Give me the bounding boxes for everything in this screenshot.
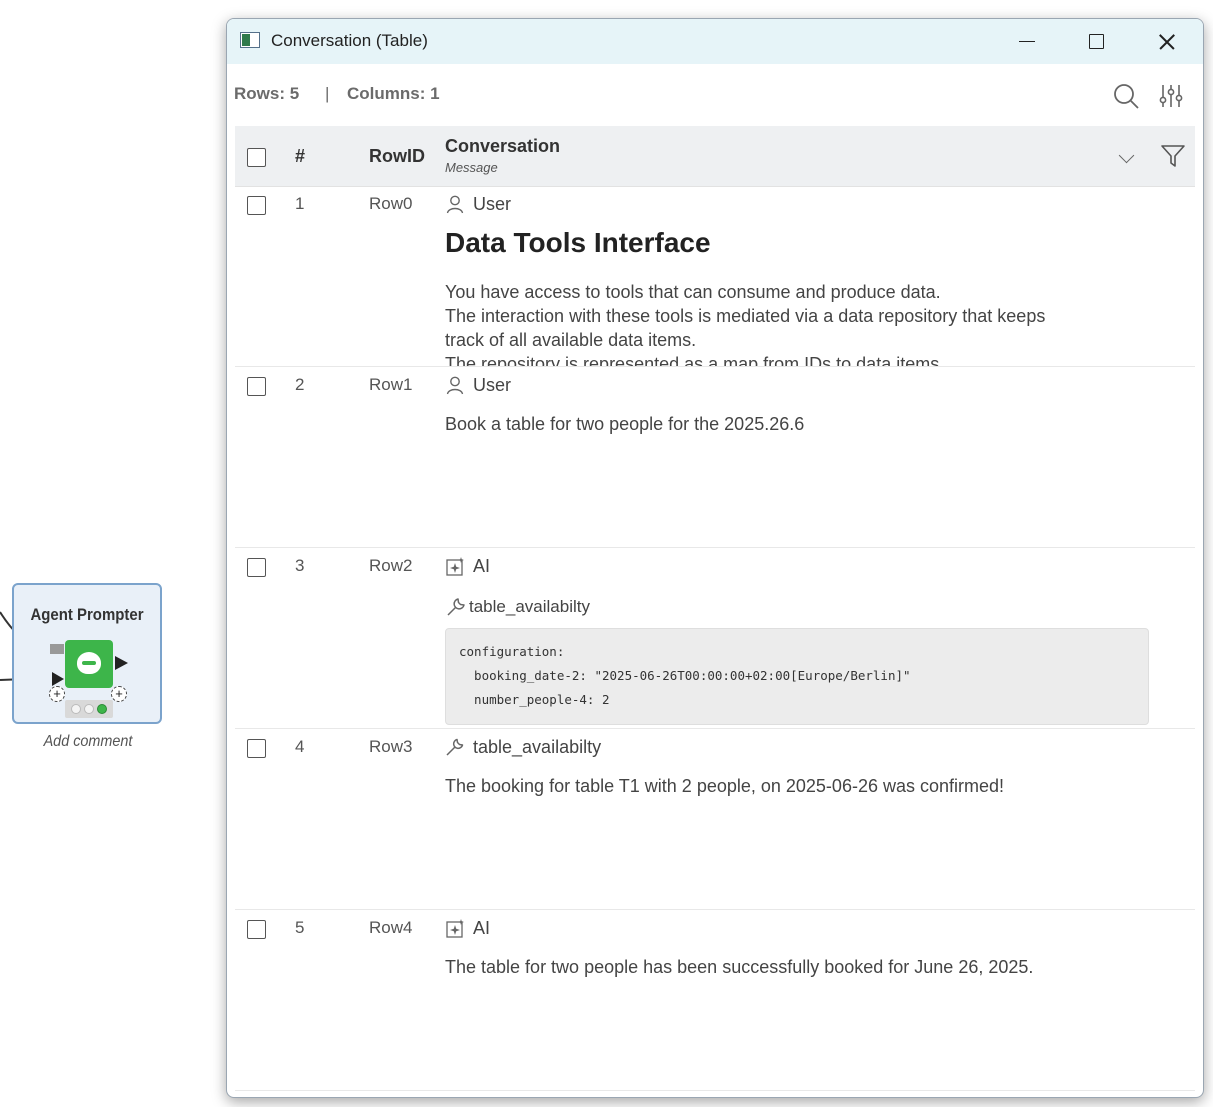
- row-number: 4: [295, 737, 305, 756]
- row-number: 1: [295, 194, 305, 213]
- maximize-button[interactable]: [1061, 19, 1131, 64]
- table-row[interactable]: 4 Row3 table_availabilty The booking for…: [235, 728, 1195, 910]
- wrench-icon: [447, 598, 465, 616]
- message-role: table_availabilty: [445, 735, 601, 759]
- node-status-indicator: [65, 700, 113, 718]
- table-header: # RowID Conversation Message: [235, 126, 1195, 187]
- code-line: booking_date-2: "2025-06-26T00:00:00+02:…: [459, 668, 911, 683]
- tool-call: table_availabilty: [445, 595, 590, 619]
- conversation-table-window: Conversation (Table) Rows: 5 | Columns: …: [226, 18, 1204, 1098]
- index-column-header: #: [295, 146, 306, 166]
- row-checkbox[interactable]: [247, 377, 266, 396]
- message-line: The interaction with these tools is medi…: [445, 306, 1046, 326]
- window-title: Conversation (Table): [271, 31, 428, 50]
- close-button[interactable]: [1131, 19, 1201, 64]
- table-row[interactable]: 3 Row2 AI table_availabilty configuratio…: [235, 547, 1195, 729]
- message-role: AI: [445, 554, 490, 578]
- filter-icon[interactable]: [1160, 144, 1186, 168]
- role-label: AI: [473, 917, 491, 938]
- add-output-port-icon[interactable]: +: [111, 686, 127, 702]
- app-window-icon: [240, 32, 260, 48]
- add-input-port-icon[interactable]: +: [49, 686, 65, 702]
- message-text: The table for two people has been succes…: [445, 957, 1034, 977]
- tool-name: table_availabilty: [469, 597, 590, 616]
- table-row[interactable]: 1 Row0 User Data Tools Interface You hav…: [235, 185, 1195, 367]
- role-label: User: [473, 193, 512, 214]
- message-text: Book a table for two people for the 2025…: [445, 414, 805, 434]
- row-id: Row0: [369, 194, 413, 213]
- row-id: Row2: [369, 556, 413, 575]
- table-info-bar: Rows: 5 | Columns: 1: [227, 64, 1203, 124]
- message-role: User: [445, 192, 511, 216]
- agent-node-icon: [65, 640, 113, 688]
- chevron-down-icon[interactable]: [1118, 147, 1135, 164]
- message-line: You have access to tools that can consum…: [445, 282, 941, 302]
- message-role: AI: [445, 916, 490, 940]
- role-label: User: [473, 374, 512, 395]
- table-row[interactable]: 5 Row4 AI The table for two people has b…: [235, 909, 1195, 1091]
- message-line: The repository is represented as a map f…: [445, 354, 945, 367]
- minimize-button[interactable]: [991, 19, 1061, 64]
- ai-sparkle-icon: [446, 557, 464, 576]
- message-line: track of all available data items.: [445, 330, 697, 350]
- row-checkbox[interactable]: [247, 920, 266, 939]
- row-number: 5: [295, 918, 305, 937]
- wrench-icon: [446, 738, 464, 756]
- row-checkbox[interactable]: [247, 558, 266, 577]
- row-id: Row1: [369, 375, 413, 394]
- table-row[interactable]: 2 Row1 User Book a table for two people …: [235, 366, 1195, 548]
- select-all-checkbox[interactable]: [247, 148, 266, 167]
- rowid-column-header[interactable]: RowID: [369, 146, 425, 167]
- message-text: The booking for table T1 with 2 people, …: [445, 776, 1005, 796]
- user-icon: [446, 376, 464, 395]
- tool-arguments-code: configuration: booking_date-2: "2025-06-…: [445, 628, 1149, 725]
- conversation-column-header[interactable]: Conversation: [445, 136, 560, 157]
- row-checkbox[interactable]: [247, 739, 266, 758]
- role-label: table_availabilty: [473, 736, 602, 757]
- row-id: Row4: [369, 918, 413, 937]
- input-port-gray[interactable]: [50, 644, 64, 654]
- columns-count: Columns: 1: [347, 84, 440, 103]
- row-number: 2: [295, 375, 305, 394]
- agent-prompter-node[interactable]: Agent Prompter + +: [12, 583, 162, 724]
- message-heading: Data Tools Interface: [445, 227, 711, 258]
- code-line: number_people-4: 2: [459, 692, 610, 707]
- output-port-arrow[interactable]: [115, 656, 128, 670]
- search-icon[interactable]: [1113, 83, 1139, 109]
- info-separator: |: [325, 84, 330, 103]
- input-port-arrow[interactable]: [52, 672, 64, 686]
- user-icon: [446, 195, 464, 214]
- rows-count: Rows: 5: [234, 84, 300, 103]
- column-type-label: Message: [445, 160, 498, 175]
- ai-sparkle-icon: [446, 919, 464, 938]
- row-id: Row3: [369, 737, 413, 756]
- window-titlebar[interactable]: Conversation (Table): [227, 19, 1203, 64]
- code-line: configuration:: [459, 644, 565, 659]
- row-checkbox[interactable]: [247, 196, 266, 215]
- workflow-canvas: Agent Prompter + + Add comment: [0, 0, 225, 1107]
- add-comment-label[interactable]: Add comment: [20, 733, 157, 751]
- connection-lines: [0, 611, 53, 681]
- node-title: Agent Prompter: [30, 605, 144, 624]
- sliders-icon[interactable]: [1159, 83, 1183, 109]
- message-role: User: [445, 373, 511, 397]
- row-number: 3: [295, 556, 305, 575]
- role-label: AI: [473, 555, 491, 576]
